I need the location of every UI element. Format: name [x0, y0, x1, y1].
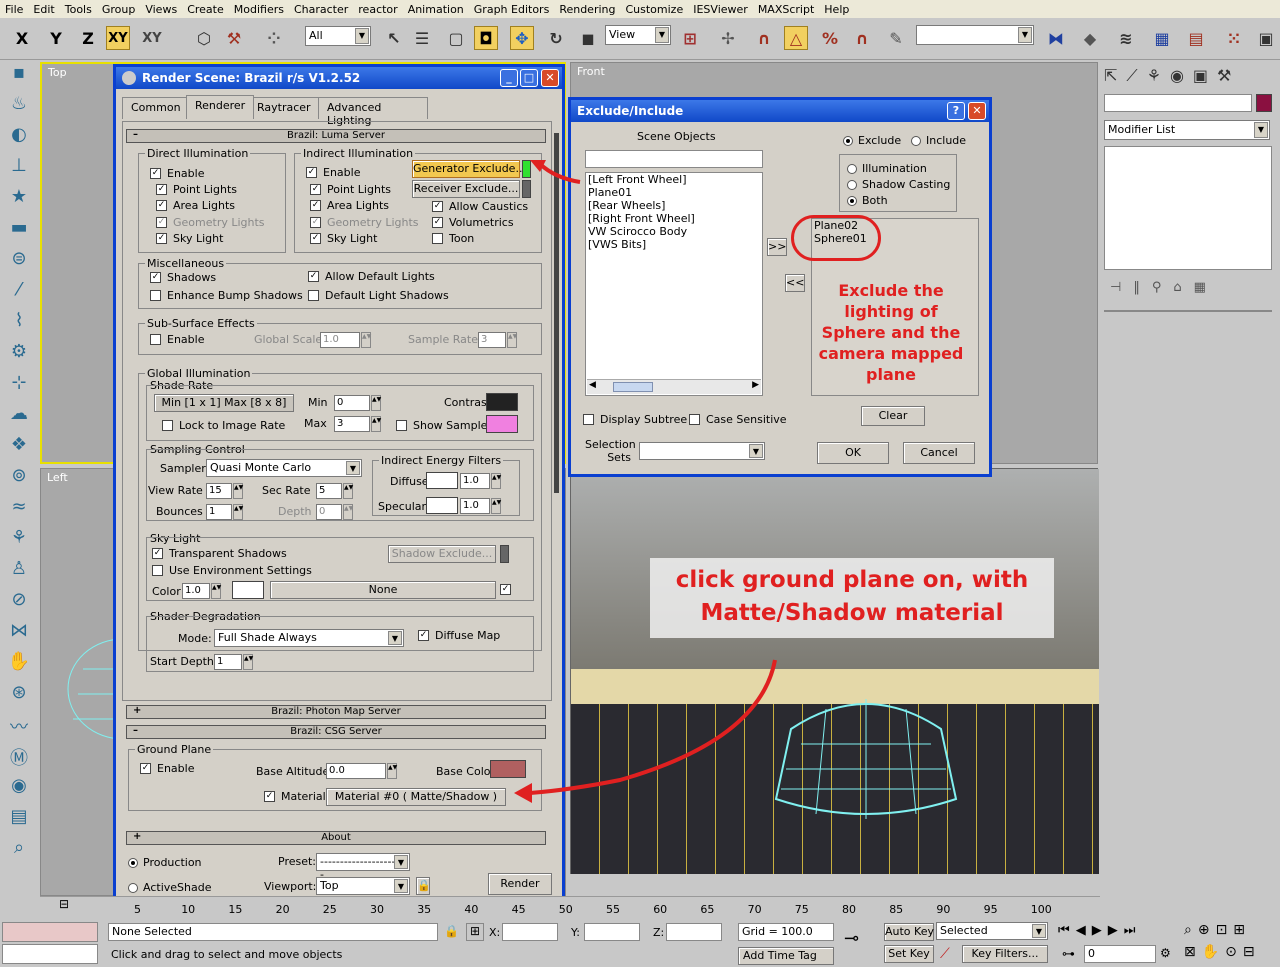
key-mode-icon[interactable]: ⟋	[940, 946, 950, 962]
timeline-tick-label: 85	[889, 903, 904, 916]
timeline-tick-label: 60	[653, 903, 668, 916]
command-tabs[interactable]: ⇱⟋⚘◉▣⚒	[1104, 66, 1240, 86]
viewport-nav-controls-2[interactable]: ⊠✋⊙⊟	[1184, 944, 1261, 960]
timeline-tick-label: 50	[558, 903, 573, 916]
timeline-tick-label: 5	[134, 903, 141, 916]
status-bar: None Selected 🔒 ⊞ X: Y: Z: Grid = 100.0 …	[0, 920, 1280, 967]
timeline-tick-label: 35	[417, 903, 432, 916]
timeline-icon[interactable]: ⊟	[40, 897, 88, 917]
timeline-tick-label: 45	[511, 903, 526, 916]
modifier-stack[interactable]	[1104, 146, 1272, 270]
key-filters-button[interactable]: Key Filters...	[962, 945, 1048, 963]
timeline-tick-label: 70	[747, 903, 762, 916]
y-coordinate-input[interactable]	[584, 923, 640, 941]
timeline-tick-label: 100	[1030, 903, 1052, 916]
timeline-tick-label: 20	[275, 903, 290, 916]
tab-renderer[interactable]: Renderer	[186, 95, 255, 119]
set-key-button[interactable]: Set Key	[884, 945, 934, 963]
timeline-tick-label: 30	[370, 903, 384, 916]
timeline-tick-label: 80	[842, 903, 856, 916]
object-name-input[interactable]	[1104, 94, 1252, 112]
chevron-down-icon: ▼	[1254, 122, 1268, 138]
key-selection-dropdown[interactable]: Selected ▼	[936, 922, 1048, 940]
timeline-tick-label: 25	[322, 903, 337, 916]
x-coordinate-input[interactable]	[502, 923, 558, 941]
prompt-line: Click and drag to select and move object…	[108, 947, 730, 965]
grid-size-display: Grid = 100.0	[738, 923, 834, 941]
timeline-tick-label: 65	[700, 903, 715, 916]
timeline-tick-label: 40	[464, 903, 479, 916]
selection-status: None Selected	[108, 923, 438, 941]
maxscript-listener[interactable]	[2, 922, 98, 942]
timeline[interactable]: ⊟ 5 10 15 20 25 30 35 40 45 50 55 60 65 70 75 80 85 90 95 1…	[40, 896, 1100, 918]
key-mode-toggle-icon[interactable]: ⊶	[1062, 947, 1075, 962]
auto-key-button[interactable]: Auto Key	[884, 923, 934, 941]
key-icon[interactable]: ⊸	[844, 928, 859, 949]
chevron-down-icon: ▼	[1032, 924, 1046, 938]
object-color-swatch[interactable]	[1256, 94, 1272, 112]
add-time-tag-button[interactable]: Add Time Tag	[738, 947, 834, 965]
timeline-tick-label: 10	[181, 903, 196, 916]
lock-selection-icon[interactable]: 🔒	[444, 924, 459, 938]
timeline-tick-label: 75	[794, 903, 809, 916]
current-frame-input[interactable]: 0	[1084, 945, 1156, 963]
z-label: Z:	[653, 926, 665, 939]
y-label: Y:	[571, 926, 580, 939]
timeline-tick-label: 15	[228, 903, 243, 916]
timeline-tick-label: 55	[606, 903, 620, 916]
playback-controls[interactable]: ⏮◀▶▶⏭	[1058, 923, 1141, 938]
x-label: X:	[489, 926, 501, 939]
maxscript-mini[interactable]	[2, 944, 98, 964]
stack-tools[interactable]: ⊣‖⚲⌂▦	[1110, 280, 1218, 295]
timeline-tick-label: 95	[983, 903, 998, 916]
z-coordinate-input[interactable]	[666, 923, 722, 941]
time-config-icon[interactable]: ⚙	[1160, 946, 1171, 960]
absolute-mode-icon[interactable]: ⊞	[466, 923, 484, 941]
viewport-nav-controls[interactable]: ⌕⊕⊡⊞	[1184, 922, 1251, 938]
command-panel: ⇱⟋⚘◉▣⚒ Modifier List ▼ ⊣‖⚲⌂▦	[1100, 62, 1280, 902]
modifier-list-dropdown[interactable]: Modifier List ▼	[1104, 120, 1270, 140]
annotation-arrows	[514, 160, 777, 803]
timeline-tick-label: 90	[936, 903, 951, 916]
divider	[1104, 310, 1272, 312]
timeline-ticks: 5 10 15 20 25 30 35 40 45 50 55 60 65 70 75 80 85 90 95 100	[94, 897, 1100, 917]
